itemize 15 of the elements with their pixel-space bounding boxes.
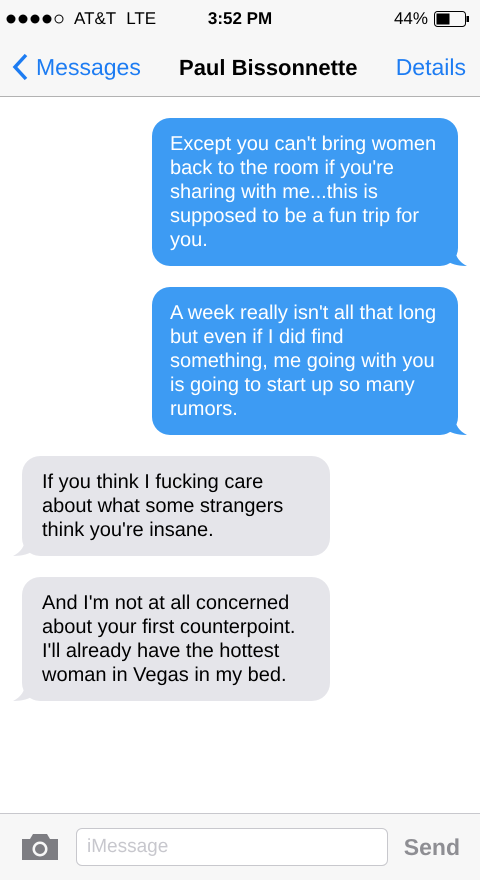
message-bubble: If you think I fucking care about what some strangers think you're insane. — [22, 456, 330, 556]
carrier-label: AT&T — [74, 8, 116, 30]
camera-icon[interactable] — [20, 832, 60, 862]
message-bubble: A week really isn't all that long but even if I did find something, me going with you is going to start up so many rumors. — [152, 287, 458, 435]
details-link[interactable]: Details — [396, 50, 468, 84]
network-label: LTE — [126, 8, 156, 30]
message-bubble: Except you can't bring women back to the room if you're sharing with me...this is supposed to be a fun trip for you. — [152, 118, 458, 266]
message-field[interactable]: iMessage — [76, 828, 388, 866]
contact-name: Paul Bissonnette — [179, 54, 358, 82]
back-button[interactable]: Messages — [12, 50, 141, 84]
chevron-left-icon — [12, 53, 28, 81]
battery-percent: 44% — [394, 8, 428, 30]
message-bubble: And I'm not at all concerned about your first counterpoint. I'll already have the hottest woman in Vegas in my bed. — [22, 577, 330, 701]
battery-icon — [434, 11, 470, 27]
time-label: 3:52 PM — [208, 8, 272, 30]
